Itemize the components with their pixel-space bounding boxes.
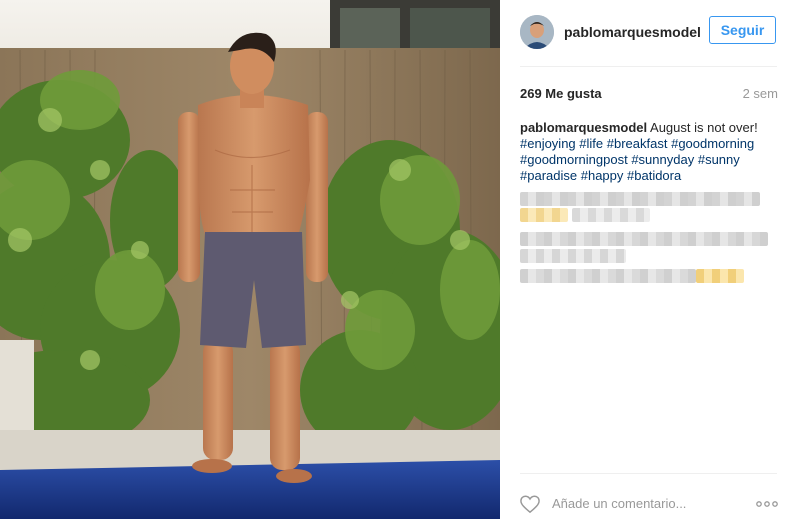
follow-button[interactable]: Seguir xyxy=(709,16,776,44)
avatar-image xyxy=(520,15,554,49)
hashtag-link[interactable]: #breakfast xyxy=(607,136,668,151)
hashtag-link[interactable]: #sunnyday xyxy=(631,152,694,167)
header-divider xyxy=(520,66,777,67)
hashtag-link[interactable]: #goodmorningpost xyxy=(520,152,628,167)
hashtag-link[interactable]: #goodmorning xyxy=(671,136,754,151)
heart-icon[interactable] xyxy=(519,494,541,514)
post-caption: pablomarquesmodel August is not over! #e… xyxy=(520,120,780,184)
actions-divider xyxy=(520,473,777,474)
hashtag-link[interactable]: #life xyxy=(579,136,603,151)
likes-count[interactable]: 269 Me gusta xyxy=(520,86,602,101)
post-time[interactable]: 2 sem xyxy=(743,86,778,101)
more-options-icon[interactable] xyxy=(755,497,779,511)
hashtag-link[interactable]: #happy xyxy=(581,168,624,183)
post-header: pablomarquesmodel Seguir xyxy=(500,0,792,66)
avatar[interactable] xyxy=(520,15,554,49)
post-photo-image xyxy=(0,0,500,519)
hashtag-link[interactable]: #sunny xyxy=(698,152,740,167)
hashtag-link[interactable]: #enjoying xyxy=(520,136,576,151)
comment-input[interactable]: Añade un comentario... xyxy=(552,496,686,511)
post-side-panel: pablomarquesmodel Seguir 269 Me gusta 2 … xyxy=(500,0,792,519)
post-photo[interactable] xyxy=(0,0,500,519)
username-link[interactable]: pablomarquesmodel xyxy=(564,24,701,40)
caption-text: August is not over! xyxy=(647,120,758,135)
caption-username[interactable]: pablomarquesmodel xyxy=(520,120,647,135)
hashtag-link[interactable]: #paradise xyxy=(520,168,577,183)
hashtag-link[interactable]: #batidora xyxy=(627,168,681,183)
